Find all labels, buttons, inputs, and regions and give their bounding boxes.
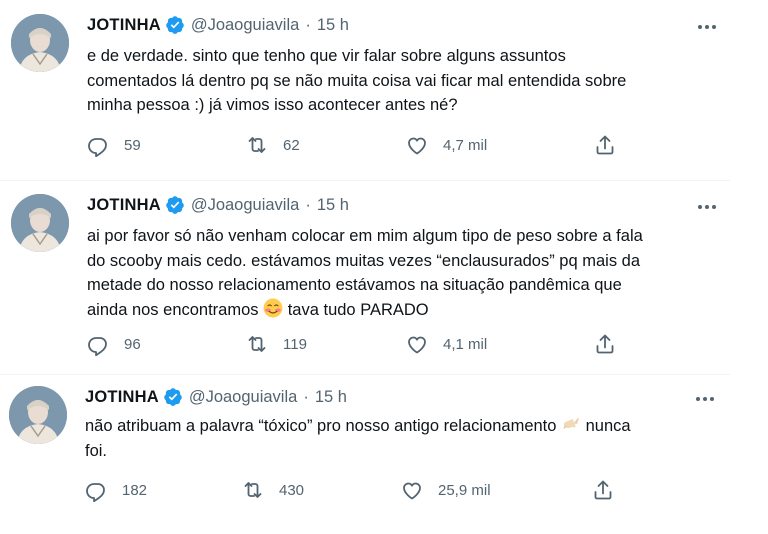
like-count: 25,9 mil: [438, 481, 491, 499]
reply-icon: [88, 138, 107, 157]
verified-badge-icon: [166, 196, 184, 214]
like-icon: [408, 336, 426, 354]
tweet-line: do scooby mais cedo. estávamos muitas ve…: [87, 251, 641, 270]
like-icon: [408, 137, 426, 155]
share-icon: [596, 135, 614, 155]
share-button[interactable]: [591, 475, 615, 505]
tweet-line: foi.: [85, 441, 108, 460]
tweet-text: e de verdade. sinto que tenho que vir fa…: [87, 44, 727, 118]
like-button[interactable]: 4,7 mil: [405, 130, 487, 160]
separator-dot: ·: [303, 388, 309, 406]
tweet-actions: 59 62 4,7 mil: [0, 130, 768, 160]
reply-count: 182: [122, 481, 148, 499]
avatar[interactable]: [11, 194, 69, 252]
retweet-count: 430: [279, 481, 305, 499]
tweet-header: JOTINHA @Joaoguiavila · 15 h: [87, 14, 349, 36]
tweet-line: minha pessoa :) já vimos isso acontecer …: [87, 96, 458, 114]
like-button[interactable]: 4,1 mil: [405, 329, 487, 359]
author-name[interactable]: JOTINHA: [87, 14, 161, 36]
tweet-line: metade do nosso relacionamento estávamos…: [87, 276, 622, 294]
like-count: 4,1 mil: [443, 335, 488, 353]
like-count: 4,7 mil: [443, 136, 488, 154]
reply-count: 59: [124, 136, 141, 154]
verified-badge-icon: [164, 388, 182, 406]
tweet-line: ainda nos encontramos: [87, 300, 259, 319]
author-name[interactable]: JOTINHA: [85, 386, 159, 408]
reply-count: 96: [124, 335, 141, 353]
tweet-text: não atribuam a palavra “tóxico” pro noss…: [85, 414, 725, 463]
avatar[interactable]: [11, 14, 69, 72]
tweet[interactable]: JOTINHA @Joaoguiavila · 15 h não atribua…: [0, 374, 768, 534]
more-icon[interactable]: [691, 200, 723, 214]
retweet-button[interactable]: 62: [245, 130, 300, 160]
reply-button[interactable]: 182: [84, 475, 147, 505]
profile-photo-icon: [11, 194, 69, 252]
reply-button[interactable]: 96: [86, 329, 141, 359]
timestamp[interactable]: 15 h: [317, 14, 349, 36]
tweet-line: comentados lá dentro pq se não muita coi…: [87, 71, 627, 90]
tweet-line: tava tudo PARADO: [287, 300, 429, 319]
tweet-line: não atribuam a palavra “tóxico” pro noss…: [85, 417, 557, 435]
author-handle[interactable]: @Joaoguiavila: [189, 386, 297, 408]
tweet-line: e de verdade. sinto que tenho que vir fa…: [87, 47, 566, 65]
verified-badge-icon: [166, 16, 184, 34]
avatar[interactable]: [9, 386, 67, 444]
reply-icon: [88, 337, 107, 356]
reply-icon: [86, 483, 105, 502]
tweet-header: JOTINHA @Joaoguiavila · 15 h: [85, 386, 347, 408]
retweet-count: 62: [283, 136, 300, 154]
retweet-button[interactable]: 119: [245, 329, 307, 359]
share-button[interactable]: [593, 130, 617, 160]
smiling-face-with-blush-icon: [263, 298, 283, 317]
timeline: JOTINHA @Joaoguiavila · 15 h e de verdad…: [0, 0, 768, 534]
share-button[interactable]: [593, 329, 617, 359]
retweet-icon: [248, 137, 266, 153]
retweet-button[interactable]: 430: [241, 475, 304, 505]
retweet-icon: [244, 482, 262, 498]
timestamp[interactable]: 15 h: [317, 194, 349, 216]
separator-dot: ·: [305, 16, 311, 34]
author-handle[interactable]: @Joaoguiavila: [191, 14, 299, 36]
retweet-icon: [248, 336, 266, 352]
timestamp[interactable]: 15 h: [315, 386, 347, 408]
reply-button[interactable]: 59: [86, 130, 141, 160]
author-name[interactable]: JOTINHA: [87, 194, 161, 216]
more-icon[interactable]: [689, 392, 721, 406]
profile-photo-icon: [9, 386, 67, 444]
tweet-line: ai por favor só não venham colocar em mi…: [87, 227, 643, 245]
tweet-header: JOTINHA @Joaoguiavila · 15 h: [87, 194, 349, 216]
separator-dot: ·: [305, 196, 311, 214]
tweet-line: nunca: [585, 417, 631, 435]
share-icon: [596, 334, 614, 354]
tweet[interactable]: JOTINHA @Joaoguiavila · 15 h e de verdad…: [0, 0, 768, 180]
call-me-hand-icon: [563, 418, 579, 429]
tweet[interactable]: JOTINHA @Joaoguiavila · 15 h ai por favo…: [0, 180, 768, 374]
retweet-count: 119: [283, 335, 307, 353]
share-icon: [594, 480, 612, 500]
more-icon[interactable]: [691, 20, 723, 34]
author-handle[interactable]: @Joaoguiavila: [191, 194, 299, 216]
like-icon: [403, 482, 421, 500]
tweet-actions: 96 119 4,1 mil: [0, 329, 768, 359]
tweet-actions: 182 430 25,9 mil: [0, 475, 768, 505]
tweet-text: ai por favor só não venham colocar em mi…: [87, 224, 727, 322]
like-button[interactable]: 25,9 mil: [400, 475, 491, 505]
profile-photo-icon: [11, 14, 69, 72]
